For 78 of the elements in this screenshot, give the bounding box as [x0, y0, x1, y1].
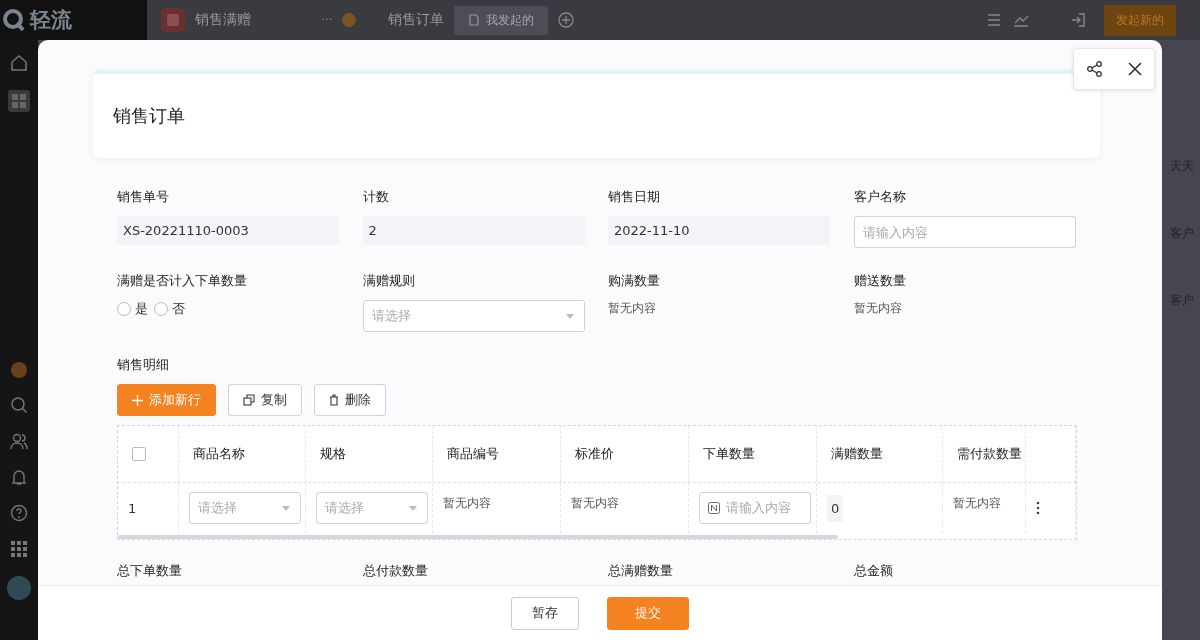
row-number: 1: [128, 500, 137, 516]
save-draft-button[interactable]: 暂存: [511, 596, 579, 630]
column-header: 规格: [320, 445, 346, 463]
logo-icon: [2, 8, 26, 32]
field-label: 销售单号: [117, 188, 170, 206]
field-label: 客户名称: [853, 188, 907, 206]
copy-button[interactable]: 复制: [228, 384, 302, 416]
more-menu[interactable]: ···: [321, 13, 333, 27]
column-header: 满赠数量: [831, 445, 883, 463]
badge-icon[interactable]: [11, 362, 27, 378]
bell-icon[interactable]: [10, 468, 28, 486]
exit-icon[interactable]: [1070, 12, 1086, 28]
grid-icon[interactable]: [10, 540, 28, 558]
field-label: 计数: [362, 188, 390, 206]
field-label: 总金额: [853, 562, 894, 580]
readonly-value: 2022-11-10: [608, 216, 830, 245]
field-label: 赠送数量: [853, 272, 907, 290]
apps-icon[interactable]: [8, 90, 30, 112]
empty-value: 暂无内容: [853, 300, 903, 317]
view-tab[interactable]: 我发起的: [454, 5, 549, 35]
radio-button[interactable]: [117, 302, 131, 316]
column-header: 商品编号: [447, 445, 499, 463]
caret-icon: [565, 313, 574, 319]
caret-icon: [282, 505, 290, 511]
field-label: 购满数量: [608, 272, 661, 290]
table-cell: 暂无内容: [443, 495, 491, 512]
trash-icon: [329, 394, 339, 406]
home-icon[interactable]: [10, 54, 28, 72]
more-icon[interactable]: [1036, 501, 1040, 515]
create-button[interactable]: 发起新的: [1104, 4, 1176, 36]
column-header: 标准价: [575, 445, 614, 463]
document-icon: [468, 14, 481, 26]
field-label: 销售日期: [608, 188, 661, 206]
logo-text: 轻流: [30, 7, 72, 34]
empty-value: 暂无内容: [608, 300, 657, 317]
close-icon[interactable]: [1126, 61, 1143, 77]
search-icon[interactable]: [10, 396, 28, 414]
radio-label: 是: [135, 300, 148, 318]
form-title: 销售订单: [113, 104, 185, 128]
status-dot-icon: [342, 13, 357, 27]
users-icon[interactable]: [10, 432, 28, 450]
plus-icon: [132, 394, 143, 406]
page-title[interactable]: 销售订单: [388, 11, 445, 29]
field-label: 满赠规则: [362, 272, 416, 290]
app-name[interactable]: 销售满赠: [195, 11, 251, 29]
app-icon: [161, 8, 185, 32]
field-label: 总付款数量: [362, 562, 429, 580]
select-field[interactable]: 请选择: [362, 300, 585, 332]
field-label: 总下单数量: [117, 562, 183, 580]
select-field[interactable]: 请选择: [316, 492, 428, 524]
select-field[interactable]: 请选择: [189, 492, 301, 524]
list-icon[interactable]: [986, 12, 1002, 28]
readonly-value: XS-20221110-0003: [117, 216, 339, 245]
section-title: 销售明细: [117, 356, 170, 374]
readonly-value: 0: [827, 494, 844, 522]
add-icon[interactable]: [558, 12, 575, 28]
add-row-button[interactable]: 添加新行: [117, 384, 216, 416]
number-icon: [708, 502, 720, 514]
column-header: 商品名称: [193, 445, 245, 463]
column-header: 需付款数量: [957, 445, 1022, 463]
column-header: 下单数量: [703, 445, 755, 463]
caret-icon: [409, 505, 417, 511]
submit-button[interactable]: 提交: [607, 596, 689, 630]
table-cell: 暂无内容: [571, 495, 619, 512]
table-cell: 暂无内容: [953, 495, 1001, 512]
share-icon[interactable]: [1085, 60, 1104, 78]
readonly-value: 2: [362, 216, 585, 245]
copy-icon: [243, 394, 255, 406]
input-field[interactable]: 请输入内容: [853, 216, 1076, 248]
field-label: 总满赠数量: [608, 562, 674, 580]
radio-label: 否: [172, 300, 185, 318]
radio-button[interactable]: [154, 302, 168, 316]
field-label: 满赠是否计入下单数量: [117, 272, 248, 290]
help-icon[interactable]: [10, 504, 28, 522]
select-all-checkbox[interactable]: [132, 447, 146, 461]
number-input-field[interactable]: 请输入内容: [699, 492, 811, 524]
avatar-icon[interactable]: [7, 576, 31, 600]
delete-button[interactable]: 删除: [314, 384, 386, 416]
